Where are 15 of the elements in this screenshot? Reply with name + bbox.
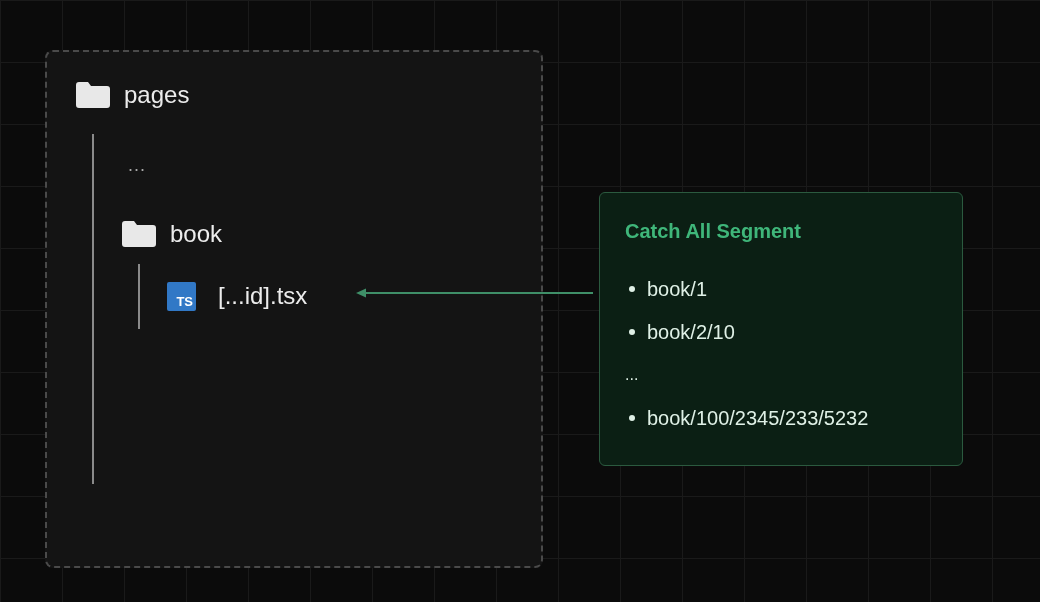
route-text: ...: [625, 366, 639, 384]
folder-name: book: [170, 220, 223, 248]
folder-icon: [122, 221, 156, 247]
folder-icon: [76, 82, 110, 108]
bullet-icon: [629, 415, 635, 421]
typescript-file-icon: TS: [167, 281, 196, 311]
route-text: book/100/2345/233/5232: [647, 406, 869, 430]
route-text: book/1: [647, 277, 708, 301]
folder-name: pages: [124, 81, 190, 109]
route-text: book/2/10: [647, 320, 735, 344]
file-name: [...id].tsx: [218, 282, 308, 310]
ellipsis-text: ...: [128, 154, 146, 176]
card-title: Catch All Segment: [625, 219, 802, 244]
bullet-icon: [629, 286, 635, 292]
bullet-icon: [629, 329, 635, 335]
